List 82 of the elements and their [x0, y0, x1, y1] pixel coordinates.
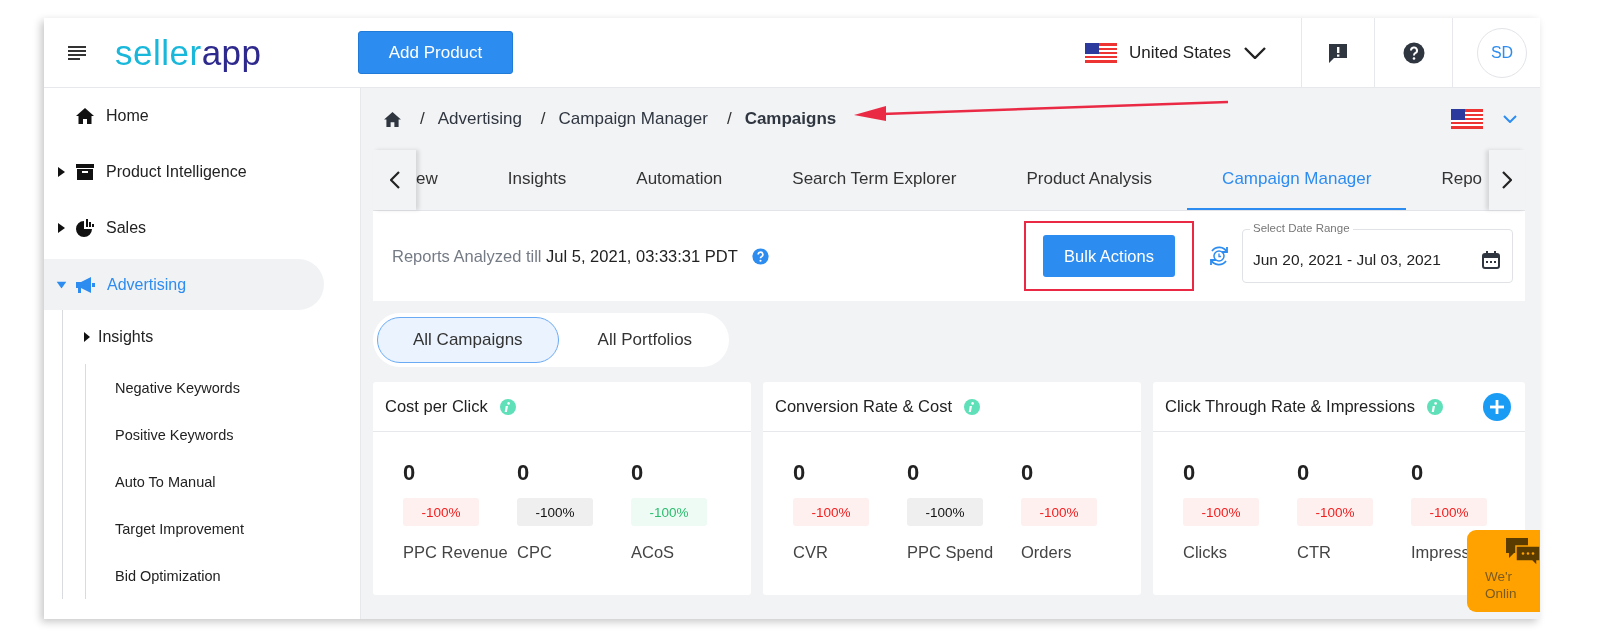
- breadcrumb-item[interactable]: Campaign Manager: [558, 109, 708, 129]
- flag-icon: [1084, 42, 1117, 63]
- view-toggle[interactable]: All Campaigns: [377, 317, 559, 363]
- chevron-left-icon: [389, 171, 400, 189]
- tab[interactable]: ew: [416, 150, 473, 210]
- country-select[interactable]: United States: [1084, 42, 1266, 63]
- metric-label: PPC Spend: [907, 543, 994, 562]
- caret-icon: [58, 167, 65, 177]
- tab[interactable]: Insights: [472, 150, 602, 210]
- metric-value: 0: [1411, 460, 1424, 487]
- metric-value: 0: [631, 460, 644, 487]
- breadcrumb-separator: /: [540, 109, 546, 129]
- metric-value: 0: [1021, 460, 1034, 487]
- metric-value: 0: [1183, 460, 1196, 487]
- menu-icon[interactable]: [68, 45, 86, 60]
- card-title: Conversion Rate & Cost: [775, 397, 952, 416]
- flag-icon[interactable]: [1451, 109, 1483, 129]
- feedback-icon[interactable]: [1327, 41, 1349, 64]
- tab[interactable]: Automation: [601, 150, 758, 210]
- sidebar-item[interactable]: Target Improvement: [115, 505, 244, 552]
- metric-label: Clicks: [1183, 543, 1227, 562]
- home-icon: [76, 108, 94, 124]
- change-badge: -100%: [1183, 498, 1259, 526]
- breadcrumb-item: Campaigns: [744, 109, 837, 129]
- metric-label: CPC: [517, 543, 552, 562]
- metric-label: CVR: [793, 543, 828, 562]
- calendar-icon: [1482, 251, 1500, 269]
- metric-value: 0: [517, 460, 530, 487]
- caret-icon: [58, 223, 65, 233]
- add-icon[interactable]: [1483, 392, 1511, 421]
- caret-icon: [56, 281, 67, 288]
- metric-value: 0: [793, 460, 806, 487]
- archive-icon: [76, 164, 94, 180]
- chat-bubbles-icon: [1506, 538, 1540, 566]
- logo[interactable]: sellerapp: [115, 33, 262, 72]
- megaphone-icon: [76, 276, 95, 293]
- tab[interactable]: Search Term Explorer: [757, 150, 992, 210]
- chat-label: We'r: [1485, 568, 1513, 585]
- sidebar-item[interactable]: Bid Optimization: [115, 552, 221, 599]
- breadcrumb-separator: /: [420, 109, 425, 129]
- metric-label: PPC Revenue: [403, 543, 508, 562]
- sidebar-item[interactable]: Insights: [63, 310, 154, 364]
- tab[interactable]: Product Analysis: [991, 150, 1188, 210]
- sidebar-item[interactable]: Positive Keywords: [115, 411, 234, 458]
- chevron-down-icon: [1244, 46, 1266, 59]
- sidebar-item[interactable]: Sales: [44, 200, 324, 256]
- card-title: Cost per Click: [385, 397, 488, 416]
- home-icon[interactable]: [384, 111, 401, 127]
- sidebar-item[interactable]: Auto To Manual: [115, 458, 216, 505]
- change-badge: -100%: [403, 498, 479, 526]
- metric-label: Orders: [1021, 543, 1072, 562]
- view-toggle[interactable]: All Portfolios: [564, 317, 726, 363]
- chevron-right-icon: [1502, 171, 1512, 189]
- metric-value: 0: [907, 460, 920, 487]
- metric-label: CTR: [1297, 543, 1331, 562]
- metric-value: 0: [403, 460, 416, 487]
- help-icon[interactable]: [1402, 41, 1425, 64]
- report-status: Reports Analyzed till Jul 5, 2021, 03:33:31 PDT: [392, 246, 738, 266]
- change-badge: -100%: [1297, 498, 1373, 526]
- change-badge: -100%: [793, 498, 869, 526]
- date-range-field[interactable]: Select Date Range Jun 20, 2021 - Jul 03, 2021: [1242, 221, 1513, 283]
- card-title: Click Through Rate & Impressions: [1165, 397, 1416, 416]
- pie-chart-icon: [76, 219, 94, 237]
- change-badge: -100%: [517, 498, 593, 526]
- breadcrumb-separator: /: [726, 109, 732, 129]
- change-badge: -100%: [631, 498, 707, 526]
- refresh-clock-icon[interactable]: [1208, 244, 1230, 268]
- change-badge: -100%: [907, 498, 983, 526]
- metric-value: 0: [1297, 460, 1310, 487]
- field-label: Select Date Range: [1250, 221, 1353, 236]
- breadcrumb-item[interactable]: Advertising: [437, 109, 522, 129]
- sidebar-item[interactable]: Home: [44, 88, 324, 144]
- change-badge: -100%: [1021, 498, 1097, 526]
- scroll-right-button[interactable]: [1489, 150, 1525, 210]
- sidebar-item[interactable]: Product Intelligence: [44, 144, 324, 200]
- change-badge: -100%: [1411, 498, 1487, 526]
- sidebar-item[interactable]: Negative Keywords: [115, 364, 240, 411]
- metric-label: ACoS: [631, 543, 675, 562]
- chevron-down-icon[interactable]: [1503, 115, 1517, 123]
- caret-icon: [84, 332, 90, 342]
- chat-label: Onlin: [1485, 585, 1517, 602]
- tab[interactable]: Repo: [1406, 150, 1489, 210]
